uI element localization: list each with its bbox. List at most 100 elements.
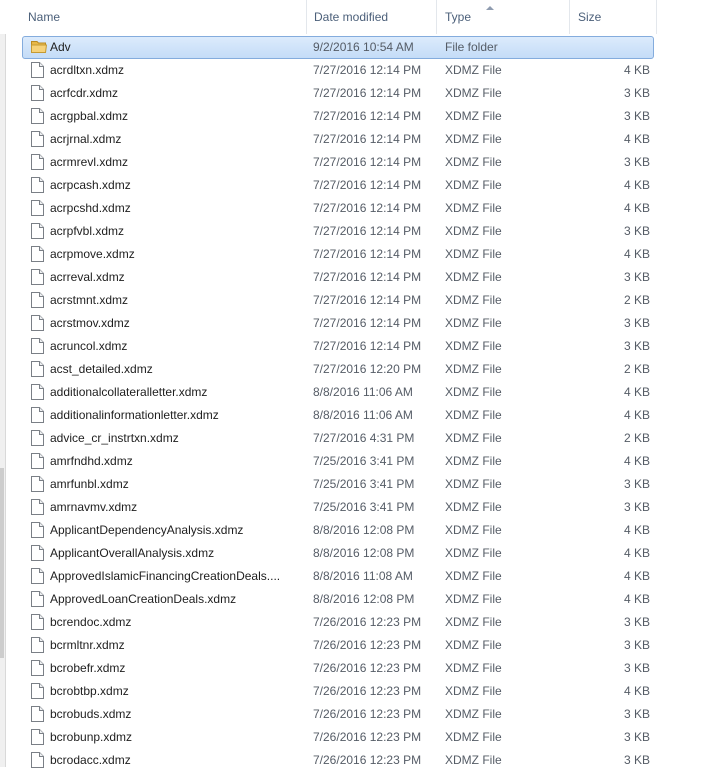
file-name: ApplicantOverallAnalysis.xdmz bbox=[50, 546, 215, 560]
file-icon bbox=[31, 660, 44, 676]
file-icon bbox=[31, 499, 44, 515]
file-date-modified: 8/8/2016 11:06 AM bbox=[313, 385, 413, 399]
file-name: acrfcdr.xdmz bbox=[50, 86, 119, 100]
file-row[interactable]: acrdltxn.xdmz 7/27/2016 12:14 PM XDMZ Fi… bbox=[22, 59, 654, 82]
file-row[interactable]: amrnavmv.xdmz 7/25/2016 3:41 PM XDMZ Fil… bbox=[22, 496, 654, 519]
file-row[interactable]: acrpfvbl.xdmz 7/27/2016 12:14 PM XDMZ Fi… bbox=[22, 220, 654, 243]
file-name: acrmrevl.xdmz bbox=[50, 155, 129, 169]
file-size: 4 KB bbox=[623, 385, 650, 399]
file-row[interactable]: bcrobunp.xdmz 7/26/2016 12:23 PM XDMZ Fi… bbox=[22, 726, 654, 749]
file-icon bbox=[31, 361, 44, 377]
file-size: 3 KB bbox=[623, 316, 650, 330]
file-type: XDMZ File bbox=[445, 500, 502, 514]
file-date-modified: 7/27/2016 12:14 PM bbox=[313, 316, 422, 330]
file-name: amrfndhd.xdmz bbox=[50, 454, 133, 468]
file-name: acrstmnt.xdmz bbox=[50, 293, 129, 307]
file-type: XDMZ File bbox=[445, 293, 502, 307]
file-date-modified: 7/27/2016 12:14 PM bbox=[313, 155, 422, 169]
file-date-modified: 7/26/2016 12:23 PM bbox=[313, 684, 422, 698]
file-type: XDMZ File bbox=[445, 592, 502, 606]
file-row[interactable]: acrmrevl.xdmz 7/27/2016 12:14 PM XDMZ Fi… bbox=[22, 151, 654, 174]
file-date-modified: 7/26/2016 12:23 PM bbox=[313, 707, 422, 721]
file-date-modified: 7/27/2016 12:14 PM bbox=[313, 270, 422, 284]
file-size: 4 KB bbox=[623, 546, 650, 560]
file-row[interactable]: acrstmov.xdmz 7/27/2016 12:14 PM XDMZ Fi… bbox=[22, 312, 654, 335]
file-name: bcrobunp.xdmz bbox=[50, 730, 133, 744]
file-row[interactable]: acrpcash.xdmz 7/27/2016 12:14 PM XDMZ Fi… bbox=[22, 174, 654, 197]
file-type: XDMZ File bbox=[445, 63, 502, 77]
file-row[interactable]: ApprovedLoanCreationDeals.xdmz 8/8/2016 … bbox=[22, 588, 654, 611]
file-date-modified: 7/25/2016 3:41 PM bbox=[313, 477, 415, 491]
file-icon bbox=[31, 729, 44, 745]
column-header-size[interactable]: Size bbox=[569, 0, 656, 34]
file-size: 3 KB bbox=[623, 707, 650, 721]
file-name: bcrobtbp.xdmz bbox=[50, 684, 129, 698]
file-icon bbox=[31, 384, 44, 400]
file-name: acrpmove.xdmz bbox=[50, 247, 135, 261]
file-date-modified: 7/27/2016 12:14 PM bbox=[313, 293, 422, 307]
file-name: acrdltxn.xdmz bbox=[50, 63, 125, 77]
file-row[interactable]: additionalcollateralletter.xdmz 8/8/2016… bbox=[22, 381, 654, 404]
file-name: bcrobefr.xdmz bbox=[50, 661, 126, 675]
file-row[interactable]: amrfndhd.xdmz 7/25/2016 3:41 PM XDMZ Fil… bbox=[22, 450, 654, 473]
file-row[interactable]: bcrodacc.xdmz 7/26/2016 12:23 PM XDMZ Fi… bbox=[22, 749, 654, 772]
file-date-modified: 7/27/2016 12:14 PM bbox=[313, 247, 422, 261]
file-type: XDMZ File bbox=[445, 615, 502, 629]
file-icon bbox=[31, 453, 44, 469]
file-icon bbox=[31, 476, 44, 492]
file-row[interactable]: acrreval.xdmz 7/27/2016 12:14 PM XDMZ Fi… bbox=[22, 266, 654, 289]
column-header-name[interactable]: Name bbox=[28, 0, 306, 34]
file-type: XDMZ File bbox=[445, 661, 502, 675]
file-row[interactable]: bcrobuds.xdmz 7/26/2016 12:23 PM XDMZ Fi… bbox=[22, 703, 654, 726]
file-row[interactable]: bcrmltnr.xdmz 7/26/2016 12:23 PM XDMZ Fi… bbox=[22, 634, 654, 657]
file-row[interactable]: advice_cr_instrtxn.xdmz 7/27/2016 4:31 P… bbox=[22, 427, 654, 450]
file-name: bcrendoc.xdmz bbox=[50, 615, 132, 629]
folder-row[interactable]: Adv 9/2/2016 10:54 AM File folder bbox=[22, 36, 654, 59]
file-date-modified: 8/8/2016 11:08 AM bbox=[313, 569, 413, 583]
file-name: acrpfvbl.xdmz bbox=[50, 224, 125, 238]
file-row[interactable]: bcrendoc.xdmz 7/26/2016 12:23 PM XDMZ Fi… bbox=[22, 611, 654, 634]
file-row[interactable]: acrgpbal.xdmz 7/27/2016 12:14 PM XDMZ Fi… bbox=[22, 105, 654, 128]
file-row[interactable]: acrpcshd.xdmz 7/27/2016 12:14 PM XDMZ Fi… bbox=[22, 197, 654, 220]
file-icon bbox=[31, 315, 44, 331]
file-icon bbox=[31, 292, 44, 308]
file-size: 4 KB bbox=[623, 684, 650, 698]
file-icon bbox=[31, 522, 44, 538]
file-icon bbox=[31, 614, 44, 630]
file-row[interactable]: additionalinformationletter.xdmz 8/8/201… bbox=[22, 404, 654, 427]
file-size: 3 KB bbox=[623, 224, 650, 238]
file-type: XDMZ File bbox=[445, 178, 502, 192]
file-type: XDMZ File bbox=[445, 362, 502, 376]
file-row[interactable]: acruncol.xdmz 7/27/2016 12:14 PM XDMZ Fi… bbox=[22, 335, 654, 358]
file-row[interactable]: acrjrnal.xdmz 7/27/2016 12:14 PM XDMZ Fi… bbox=[22, 128, 654, 151]
column-header-date-modified[interactable]: Date modified bbox=[306, 0, 436, 34]
file-date-modified: 7/26/2016 12:23 PM bbox=[313, 661, 422, 675]
file-row[interactable]: ApplicantOverallAnalysis.xdmz 8/8/2016 1… bbox=[22, 542, 654, 565]
file-row[interactable]: acrstmnt.xdmz 7/27/2016 12:14 PM XDMZ Fi… bbox=[22, 289, 654, 312]
file-date-modified: 7/27/2016 12:14 PM bbox=[313, 63, 422, 77]
left-pane-edge[interactable] bbox=[0, 0, 6, 767]
file-row[interactable]: amrfunbl.xdmz 7/25/2016 3:41 PM XDMZ Fil… bbox=[22, 473, 654, 496]
file-row[interactable]: acrfcdr.xdmz 7/27/2016 12:14 PM XDMZ Fil… bbox=[22, 82, 654, 105]
column-header-date-label: Date modified bbox=[314, 10, 389, 24]
file-row[interactable]: bcrobtbp.xdmz 7/26/2016 12:23 PM XDMZ Fi… bbox=[22, 680, 654, 703]
file-type: XDMZ File bbox=[445, 431, 502, 445]
file-name: ApprovedIslamicFinancingCreationDeals...… bbox=[50, 569, 281, 583]
file-type: XDMZ File bbox=[445, 753, 502, 767]
file-row[interactable]: bcrobefr.xdmz 7/26/2016 12:23 PM XDMZ Fi… bbox=[22, 657, 654, 680]
file-icon bbox=[31, 568, 44, 584]
file-type: XDMZ File bbox=[445, 477, 502, 491]
column-header-type[interactable]: Type bbox=[436, 0, 569, 34]
file-type: XDMZ File bbox=[445, 569, 502, 583]
file-row[interactable]: acst_detailed.xdmz 7/27/2016 12:20 PM XD… bbox=[22, 358, 654, 381]
file-icon bbox=[31, 223, 44, 239]
file-date-modified: 7/27/2016 12:14 PM bbox=[313, 178, 422, 192]
file-row[interactable]: acrpmove.xdmz 7/27/2016 12:14 PM XDMZ Fi… bbox=[22, 243, 654, 266]
file-date-modified: 7/27/2016 12:14 PM bbox=[313, 109, 422, 123]
file-size: 2 KB bbox=[623, 362, 650, 376]
file-row[interactable]: ApplicantDependencyAnalysis.xdmz 8/8/201… bbox=[22, 519, 654, 542]
file-row[interactable]: ApprovedIslamicFinancingCreationDeals...… bbox=[22, 565, 654, 588]
column-header-name-label: Name bbox=[28, 10, 61, 24]
file-icon bbox=[31, 131, 44, 147]
scrollbar-thumb[interactable] bbox=[0, 468, 4, 658]
